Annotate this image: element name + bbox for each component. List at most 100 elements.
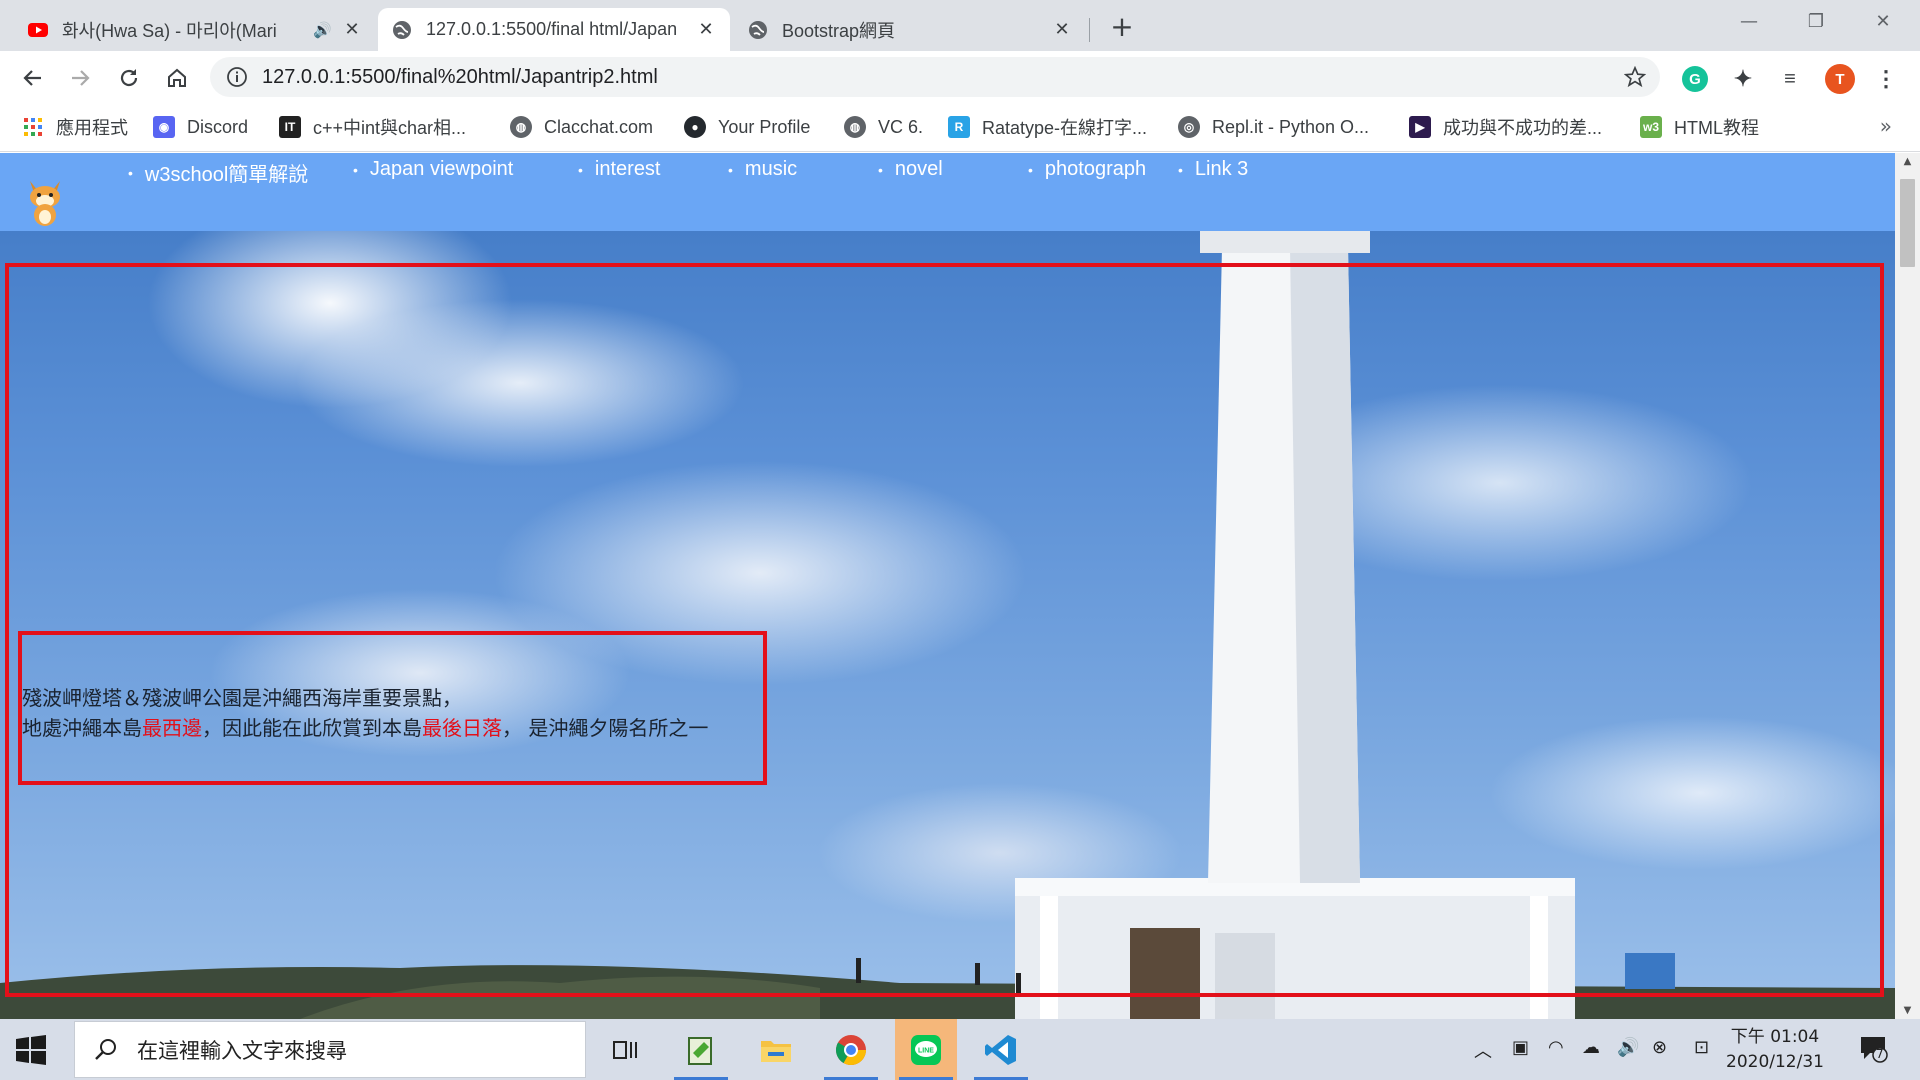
- url-text[interactable]: 127.0.0.1:5500/final%20html/Japantrip2.h…: [262, 66, 658, 89]
- notepad-icon: [688, 1036, 712, 1065]
- svg-text:LINE: LINE: [918, 1047, 934, 1054]
- tab-close-icon[interactable]: ✕: [696, 19, 716, 40]
- grammarly-icon[interactable]: G: [1682, 66, 1708, 92]
- desc-text-segment: ，因此能在此欣賞到本島: [202, 716, 422, 740]
- tray-meet-icon[interactable]: ▣: [1512, 1037, 1529, 1058]
- arrow-left-icon: [23, 70, 41, 86]
- home-icon: [168, 68, 186, 87]
- back-button[interactable]: [16, 61, 50, 95]
- tab-title: 127.0.0.1:5500/final html/Japan: [426, 19, 678, 39]
- tray-language-icon[interactable]: ⊡: [1694, 1037, 1709, 1058]
- globe-icon: ◍: [510, 116, 532, 138]
- bookmark-html[interactable]: w3 HTML教程: [1640, 114, 1759, 140]
- site-navbar: w3school簡單解說 Japan viewpoint interest mu…: [0, 153, 1895, 231]
- nav-link-interest[interactable]: interest: [578, 158, 661, 181]
- bookmark-vc6[interactable]: ◍ VC 6.: [844, 114, 923, 140]
- globe-icon: ◍: [844, 116, 866, 138]
- task-view-icon: [613, 1040, 637, 1059]
- chrome-icon: [835, 1034, 866, 1065]
- tab-divider: [1089, 18, 1090, 42]
- scroll-up-arrow-icon[interactable]: ▲: [1902, 156, 1913, 167]
- content-frame: [5, 263, 1884, 997]
- bookmark-label: 應用程式: [56, 118, 128, 138]
- bookmark-video[interactable]: ▶ 成功與不成功的差...: [1409, 114, 1602, 140]
- tab-close-icon[interactable]: ✕: [1052, 19, 1072, 40]
- tray-volume-icon[interactable]: 🔊: [1617, 1037, 1639, 1058]
- windows-taskbar: 在這裡輸入文字來搜尋 LINE ︿ ▣ ◠ ☁ 🔊 ⊗ ⊡ 下午 01:04 2…: [0, 1019, 1920, 1080]
- bookmark-label: Repl.it - Python O...: [1212, 116, 1370, 137]
- bookmark-star-icon[interactable]: [1624, 66, 1646, 88]
- bookmarks-overflow-icon[interactable]: »: [1880, 114, 1892, 138]
- desc-highlight-west: 最西邊: [142, 716, 202, 740]
- info-icon[interactable]: [226, 66, 248, 88]
- bookmark-replit[interactable]: ◎ Repl.it - Python O...: [1178, 114, 1369, 140]
- profile-avatar[interactable]: T: [1825, 64, 1855, 94]
- bookmark-label: Discord: [187, 116, 249, 137]
- vscode-icon: [985, 1034, 1016, 1065]
- menu-kebab-icon[interactable]: ⋮: [1873, 66, 1899, 92]
- address-bar[interactable]: 127.0.0.1:5500/final%20html/Japantrip2.h…: [210, 57, 1660, 97]
- taskbar-app-notepad[interactable]: [670, 1019, 732, 1080]
- notification-center-icon[interactable]: 7: [1858, 1033, 1888, 1063]
- extensions-puzzle-icon[interactable]: ✦: [1730, 66, 1756, 92]
- bookmark-github[interactable]: ● Your Profile: [684, 114, 810, 140]
- home-button[interactable]: [160, 61, 194, 95]
- speaker-icon[interactable]: 🔊: [313, 21, 332, 39]
- page-scrollbar[interactable]: ▲ ▼: [1895, 153, 1920, 1019]
- new-tab-button[interactable]: +: [1108, 10, 1136, 43]
- bookmark-label: Your Profile: [718, 116, 811, 137]
- globe-icon: [393, 20, 411, 39]
- media-controls-icon[interactable]: ≡: [1777, 66, 1803, 92]
- taskbar-clock[interactable]: 下午 01:04 2020/12/31: [1720, 1025, 1830, 1075]
- tab-local[interactable]: 127.0.0.1:5500/final html/Japan ✕: [378, 8, 730, 51]
- task-view-button[interactable]: [594, 1019, 656, 1080]
- nav-link-w3school[interactable]: w3school簡單解說: [128, 158, 308, 187]
- tray-wifi-icon[interactable]: ◠: [1548, 1037, 1564, 1058]
- taskbar-app-file-explorer[interactable]: [745, 1019, 807, 1080]
- page-viewport: w3school簡單解說 Japan viewpoint interest mu…: [0, 153, 1895, 1019]
- taskbar-app-line[interactable]: LINE: [895, 1019, 957, 1080]
- tab-title: Bootstrap網頁: [782, 20, 896, 41]
- description-line-2: 地處沖繩本島最西邊，因此能在此欣賞到本島最後日落， 是沖繩夕陽名所之一: [22, 713, 708, 743]
- nav-link-photograph[interactable]: photograph: [1028, 158, 1146, 181]
- nav-link-music[interactable]: music: [728, 158, 797, 181]
- bookmark-label: 成功與不成功的差...: [1443, 118, 1603, 138]
- taskbar-app-chrome[interactable]: [820, 1019, 882, 1080]
- bookmark-clacchat[interactable]: ◍ Clacchat.com: [510, 114, 653, 140]
- tray-onedrive-icon[interactable]: ☁: [1582, 1037, 1600, 1058]
- windows-start-icon[interactable]: [14, 1033, 48, 1067]
- reload-button[interactable]: [112, 61, 146, 95]
- desc-highlight-sunset: 最後日落: [422, 716, 502, 740]
- minimize-button[interactable]: —: [1720, 0, 1778, 42]
- bookmark-label: c++中int與char相...: [313, 118, 467, 138]
- bookmark-label: Clacchat.com: [544, 116, 654, 137]
- nav-link-novel[interactable]: novel: [878, 158, 943, 181]
- description-text: 殘波岬燈塔＆殘波岬公園是沖繩西海岸重要景點， 地處沖繩本島最西邊，因此能在此欣賞…: [22, 683, 708, 743]
- tray-mic-off-icon[interactable]: ⊗: [1652, 1037, 1667, 1058]
- tray-chevron-up-icon[interactable]: ︿: [1474, 1037, 1492, 1063]
- bookmark-label: HTML教程: [1674, 118, 1759, 138]
- clock-date: 2020/12/31: [1726, 1052, 1824, 1072]
- taskbar-search-box[interactable]: 在這裡輸入文字來搜尋: [74, 1021, 586, 1078]
- tab-close-icon[interactable]: ✕: [342, 19, 362, 40]
- discord-icon: ◉: [153, 116, 175, 138]
- bookmark-ithome[interactable]: IT c++中int與char相...: [279, 114, 466, 140]
- restore-button[interactable]: ❐: [1787, 0, 1845, 42]
- desc-text-segment: 地處沖繩本島: [22, 716, 142, 740]
- bookmark-discord[interactable]: ◉ Discord: [153, 114, 248, 140]
- bookmark-apps[interactable]: 應用程式: [22, 114, 128, 140]
- taskbar-app-vscode[interactable]: [970, 1019, 1032, 1080]
- nav-link-link3[interactable]: Link 3: [1178, 158, 1248, 181]
- forward-button[interactable]: [63, 61, 97, 95]
- nav-link-japan-viewpoint[interactable]: Japan viewpoint: [353, 158, 513, 181]
- bookmark-ratatype[interactable]: R Ratatype-在線打字...: [948, 114, 1147, 140]
- cat-logo-icon[interactable]: [24, 177, 66, 227]
- tab-bootstrap[interactable]: Bootstrap網頁 ✕: [734, 8, 1086, 51]
- scroll-thumb[interactable]: [1900, 179, 1915, 267]
- browser-toolbar: 127.0.0.1:5500/final%20html/Japantrip2.h…: [0, 51, 1920, 104]
- tab-youtube[interactable]: 화사(Hwa Sa) - 마리아(Mari 🔊 ✕: [14, 8, 376, 51]
- clock-time: 下午 01:04: [1730, 1027, 1820, 1047]
- video-icon: ▶: [1409, 116, 1431, 138]
- window-close-button[interactable]: ✕: [1854, 0, 1912, 42]
- scroll-down-arrow-icon[interactable]: ▼: [1902, 1005, 1913, 1016]
